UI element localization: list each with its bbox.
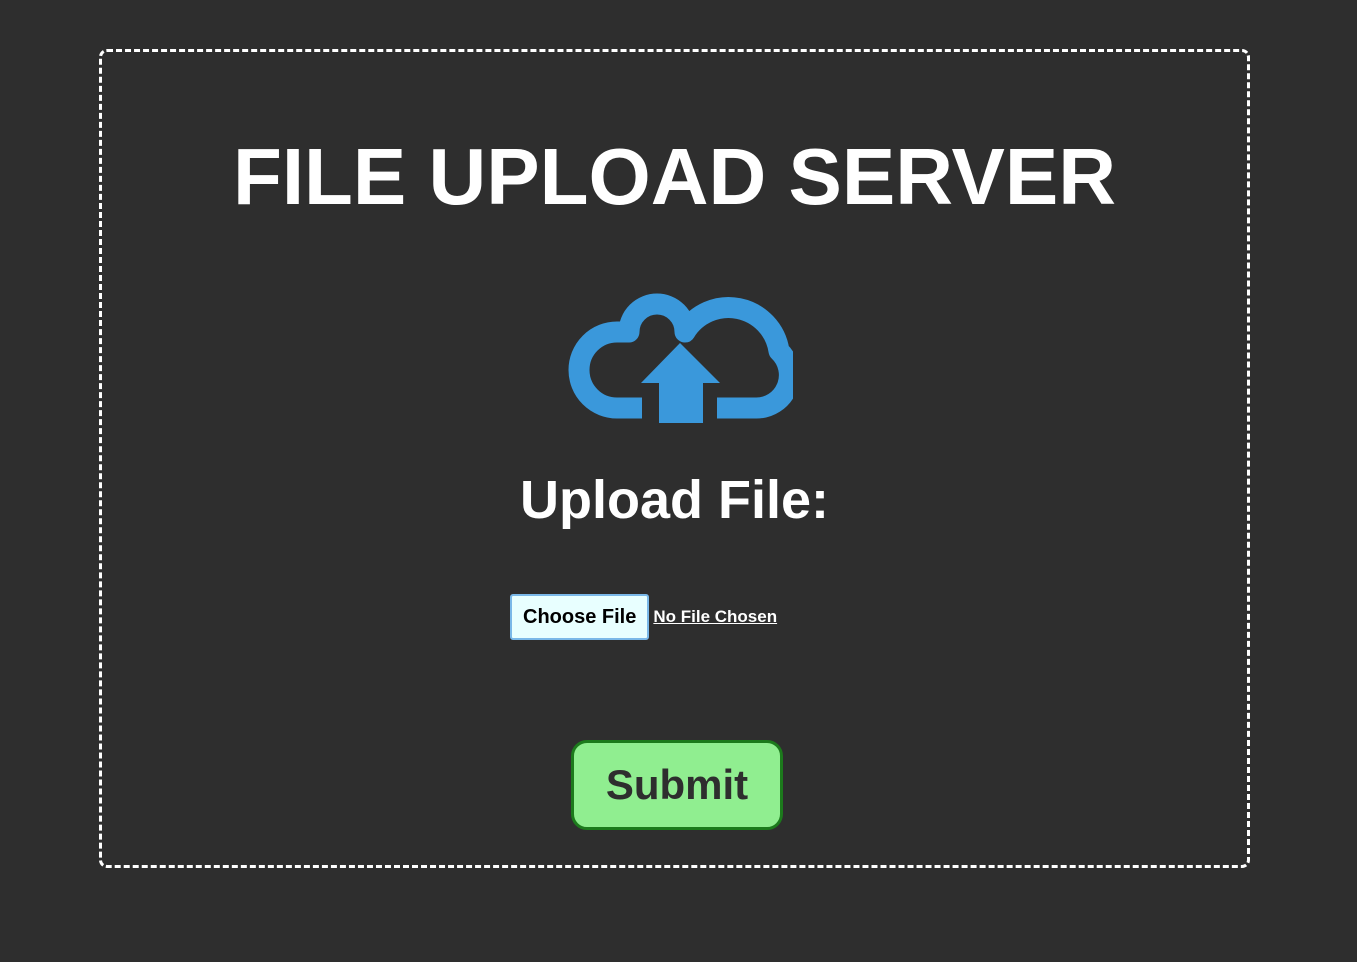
submit-button[interactable]: Submit: [571, 740, 783, 830]
page-title: FILE UPLOAD SERVER: [232, 132, 1117, 221]
cloud-upload-icon: [568, 293, 793, 423]
choose-file-button[interactable]: Choose File: [510, 594, 650, 640]
file-status-text: No File Chosen: [653, 607, 778, 626]
upload-panel: FILE UPLOAD SERVER Upload File: Choose F…: [99, 49, 1250, 868]
upload-file-label: Upload File:: [520, 470, 829, 530]
file-picker: Choose File No File Chosen: [510, 593, 777, 641]
